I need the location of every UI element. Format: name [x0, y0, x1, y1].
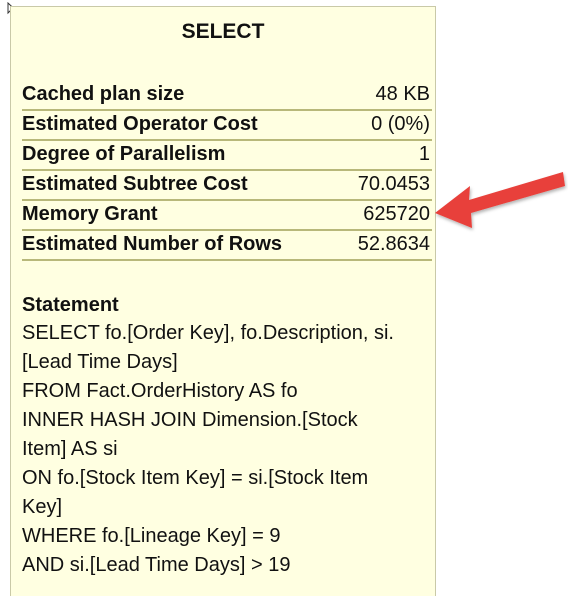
operator-title: SELECT	[181, 20, 265, 43]
property-row-degree-of-parallelism: Degree of Parallelism 1	[22, 141, 432, 171]
property-name: Estimated Number of Rows	[22, 233, 283, 255]
statement-line: FROM Fact.OrderHistory AS fo	[22, 380, 298, 402]
statement-line: AND si.[Lead Time Days] > 19	[22, 554, 291, 576]
property-value: 70.0453	[357, 173, 430, 195]
property-name: Estimated Subtree Cost	[22, 173, 248, 195]
statement-line: WHERE fo.[Lineage Key] = 9	[22, 525, 281, 547]
statement-line: INNER HASH JOIN Dimension.[Stock	[22, 409, 358, 431]
property-name: Estimated Operator Cost	[22, 113, 258, 135]
property-value: 0 (0%)	[371, 113, 430, 135]
statement-line: [Lead Time Days]	[22, 351, 178, 373]
red-arrow-icon	[435, 172, 565, 228]
property-name: Cached plan size	[22, 83, 185, 105]
property-value: 52.8634	[357, 233, 430, 255]
property-name: Degree of Parallelism	[22, 143, 226, 165]
statement-line: SELECT fo.[Order Key], fo.Description, s…	[22, 322, 394, 344]
statement-heading: Statement	[22, 294, 119, 316]
property-list: Cached plan size 48 KB Estimated Operato…	[22, 81, 432, 261]
property-value: 1	[418, 143, 430, 165]
property-row-cached-plan-size: Cached plan size 48 KB	[22, 81, 432, 111]
property-value: 625720	[363, 203, 430, 225]
showplan-tooltip: SELECT Cached plan size 48 KB Estimated …	[10, 6, 436, 596]
property-row-memory-grant: Memory Grant 625720	[22, 201, 432, 231]
property-row-estimated-subtree-cost: Estimated Subtree Cost 70.0453	[22, 171, 432, 201]
statement-line: ON fo.[Stock Item Key] = si.[Stock Item	[22, 467, 369, 489]
property-value: 48 KB	[375, 83, 430, 105]
property-name: Memory Grant	[22, 203, 158, 225]
statement-text: SELECT fo.[Order Key], fo.Description, s…	[22, 319, 435, 580]
statement-line: Key]	[22, 496, 63, 518]
property-row-estimated-operator-cost: Estimated Operator Cost 0 (0%)	[22, 111, 432, 141]
property-row-estimated-number-of-rows: Estimated Number of Rows 52.8634	[22, 231, 432, 261]
statement-line: Item] AS si	[22, 438, 118, 460]
screenshot-stage: SELECT Cached plan size 48 KB Estimated …	[0, 0, 569, 596]
